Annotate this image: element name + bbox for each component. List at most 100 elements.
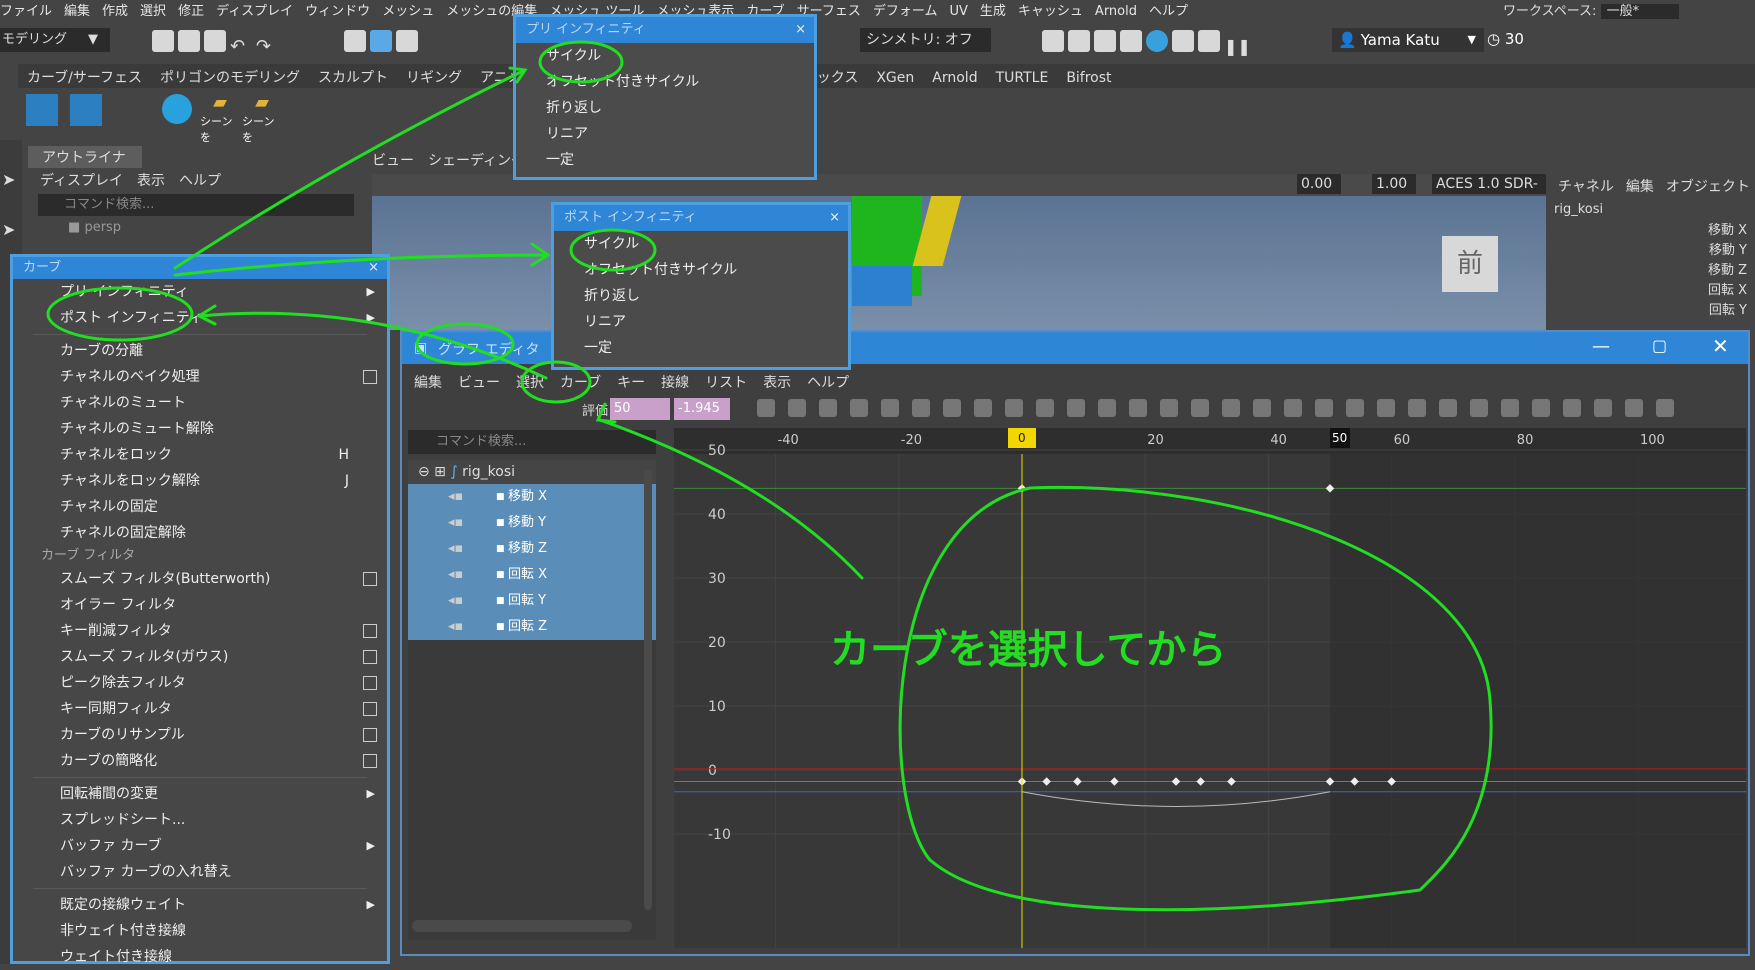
- channel-menu-item[interactable]: 編集: [1626, 179, 1654, 195]
- save-scene-icon[interactable]: [204, 30, 226, 52]
- minimize-icon[interactable]: —: [1592, 336, 1610, 357]
- outliner-item-persp[interactable]: ■ persp: [28, 218, 364, 237]
- graph-menu-item[interactable]: カーブ: [560, 375, 601, 391]
- curve-tool-icon[interactable]: [1594, 399, 1612, 417]
- curve-tool-icon[interactable]: [912, 399, 930, 417]
- curve-tool-icon[interactable]: [1625, 399, 1643, 417]
- infinity-option[interactable]: リニア: [554, 309, 848, 335]
- undo-icon[interactable]: ↶: [230, 36, 252, 58]
- menubar-item[interactable]: 修正: [178, 4, 204, 16]
- curve-menu-item[interactable]: 非ウェイト付き接線: [13, 918, 387, 944]
- graph-channel-row[interactable]: ◂▪ ■ 移動 Y: [408, 510, 656, 536]
- menubar-item[interactable]: ディスプレイ: [216, 4, 293, 16]
- render-sequence-icon[interactable]: [1068, 30, 1090, 52]
- curve-tool-icon[interactable]: [1253, 399, 1271, 417]
- menubar-item[interactable]: ウィンドウ: [305, 4, 370, 16]
- menubar-item[interactable]: 生成: [980, 4, 1006, 16]
- option-box-icon[interactable]: [363, 650, 377, 664]
- shelf-tab[interactable]: Arnold: [923, 67, 986, 89]
- curve-tool-icon[interactable]: [788, 399, 806, 417]
- curve-tool-icon[interactable]: [1377, 399, 1395, 417]
- curve-tool-icon[interactable]: [1408, 399, 1426, 417]
- viewport-field-1[interactable]: 0.00: [1297, 174, 1341, 194]
- graph-object-row[interactable]: ⊖ ⊞ ∫ rig_kosi: [408, 460, 656, 484]
- curve-menu-item[interactable]: チャネルの固定: [13, 494, 387, 520]
- key-marker[interactable]: [1227, 777, 1236, 786]
- graph-channel-row[interactable]: ◂▪ ■ 回転 X: [408, 562, 656, 588]
- key-marker[interactable]: [1196, 777, 1205, 786]
- curve-menu-item[interactable]: チャネルのミュート解除: [13, 416, 387, 442]
- infinity-option[interactable]: 折り返し: [516, 95, 814, 121]
- curve-tool-icon[interactable]: [1284, 399, 1302, 417]
- stat-field-1[interactable]: 50: [610, 398, 670, 420]
- infinity-option[interactable]: 一定: [516, 147, 814, 173]
- curve-tool-icon[interactable]: [1532, 399, 1550, 417]
- outliner-menu-item[interactable]: ヘルプ: [179, 173, 221, 189]
- graph-channel-row[interactable]: ◂▪ ■ 回転 Y: [408, 588, 656, 614]
- menubar-item[interactable]: Arnold: [1095, 4, 1137, 16]
- curve-tool-icon[interactable]: [943, 399, 961, 417]
- graph-channel-row[interactable]: ◂▪ ■ 回転 Z: [408, 614, 656, 640]
- shelf-tab[interactable]: TURTLE: [987, 67, 1058, 89]
- curve-menu-item[interactable]: 回転補間の変更 ▶: [13, 781, 387, 807]
- render-settings-icon[interactable]: [1120, 30, 1142, 52]
- curve-tool-icon[interactable]: [1067, 399, 1085, 417]
- menubar-item[interactable]: ヘルプ: [1149, 4, 1188, 16]
- curve-tool-icon[interactable]: [974, 399, 992, 417]
- pause-icon[interactable]: ❚❚: [1224, 37, 1251, 59]
- hypershade-icon[interactable]: [1146, 30, 1168, 52]
- menubar-item[interactable]: 編集: [64, 4, 90, 16]
- curve-menu-item[interactable]: カーブのリサンプル: [13, 722, 387, 748]
- curve-tool-icon[interactable]: [1439, 399, 1457, 417]
- curve-menu-item[interactable]: バッファ カーブの入れ替え: [13, 859, 387, 885]
- curve-menu-item[interactable]: チャネルのミュート: [13, 390, 387, 416]
- graph-channel-row[interactable]: ◂▪ ■ 移動 Z: [408, 536, 656, 562]
- graph-menu-item[interactable]: ビュー: [458, 375, 500, 391]
- render-view-icon[interactable]: [1172, 30, 1194, 52]
- option-box-icon[interactable]: [363, 572, 377, 586]
- option-box-icon[interactable]: [363, 370, 377, 384]
- curve-tool-icon[interactable]: [757, 399, 775, 417]
- graph-menu-item[interactable]: 表示: [763, 375, 791, 391]
- option-box-icon[interactable]: [363, 676, 377, 690]
- redo-icon[interactable]: ↷: [256, 36, 278, 58]
- graph-search-input[interactable]: コマンド検索...: [408, 430, 656, 454]
- shelf-tab[interactable]: スカルプト: [309, 64, 397, 90]
- menubar-item[interactable]: キャッシュ: [1018, 4, 1083, 16]
- close-icon[interactable]: ✕: [1712, 334, 1729, 358]
- close-icon[interactable]: ×: [795, 17, 806, 43]
- mode-select[interactable]: モデリング ▼: [0, 28, 110, 52]
- curve-tool-icon[interactable]: [819, 399, 837, 417]
- lasso-tool-icon[interactable]: ➤: [2, 220, 15, 239]
- viewport-menu-item[interactable]: ビュー: [372, 153, 414, 169]
- close-icon[interactable]: ×: [829, 205, 840, 231]
- sphere-shelf-icon[interactable]: [162, 94, 192, 124]
- select-hierarchy-icon[interactable]: [344, 30, 366, 52]
- outliner-tab[interactable]: アウトライナ: [28, 146, 142, 168]
- ipr-icon[interactable]: [1094, 30, 1116, 52]
- curve-menu-item[interactable]: チャネルの固定解除: [13, 520, 387, 546]
- channel-attr[interactable]: 回転 Y: [1546, 299, 1755, 319]
- curve-tool-icon[interactable]: [1005, 399, 1023, 417]
- graph-menu-item[interactable]: ヘルプ: [807, 375, 849, 391]
- outliner-search-input[interactable]: コマンド検索...: [38, 194, 354, 216]
- curve-menu-item[interactable]: チャネルのベイク処理: [13, 364, 387, 390]
- outliner-menu-item[interactable]: ディスプレイ: [40, 173, 123, 189]
- outliner-menu-item[interactable]: 表示: [137, 173, 165, 189]
- channel-attr[interactable]: 移動 Y: [1546, 239, 1755, 259]
- curve-tool-icon[interactable]: [1656, 399, 1674, 417]
- infinity-option[interactable]: オフセット付きサイクル: [554, 257, 848, 283]
- shelf-tab[interactable]: Bifrost: [1057, 67, 1120, 89]
- infinity-option[interactable]: サイクル: [516, 43, 814, 69]
- infinity-option[interactable]: リニア: [516, 121, 814, 147]
- graph-menu-item[interactable]: キー: [617, 375, 645, 391]
- curve-tool-icon[interactable]: [1036, 399, 1054, 417]
- shelf-tab[interactable]: リギング: [397, 64, 471, 90]
- curve-tool-icon[interactable]: [1222, 399, 1240, 417]
- channel-attr[interactable]: 移動 X: [1546, 219, 1755, 239]
- curve-tool-icon[interactable]: [881, 399, 899, 417]
- channel-menu-item[interactable]: オブジェクト: [1666, 179, 1750, 195]
- curve-tool-icon[interactable]: [1563, 399, 1581, 417]
- outliner-shelf-icon[interactable]: [26, 94, 58, 126]
- scene-shelf-button-1[interactable]: ▰ シーンを: [200, 92, 240, 144]
